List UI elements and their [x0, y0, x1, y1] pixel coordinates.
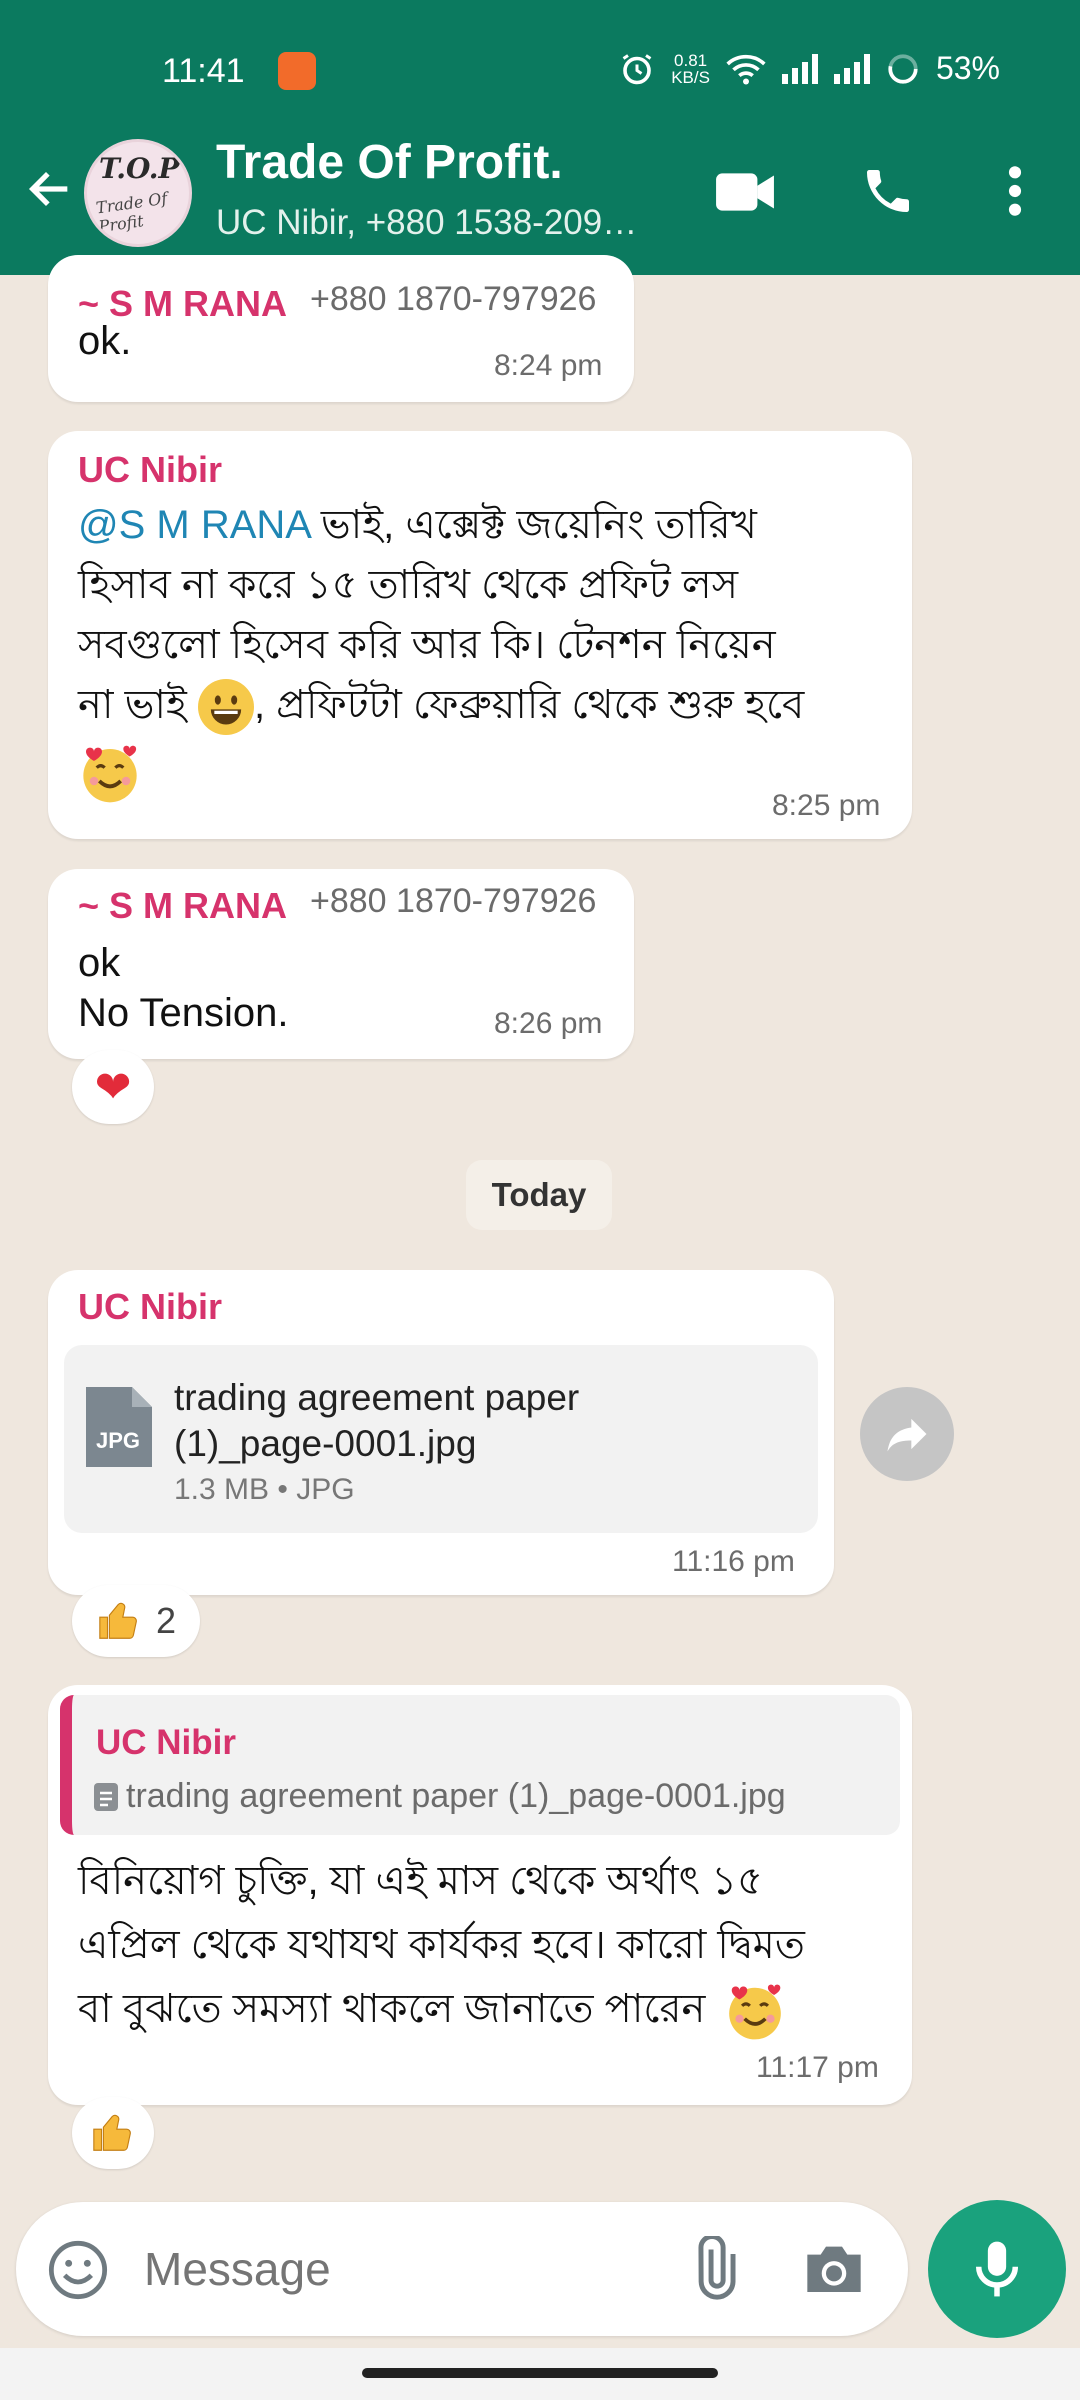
document-small-icon [94, 1783, 118, 1811]
forward-button[interactable] [860, 1387, 954, 1481]
file-type-label: JPG [96, 1428, 141, 1453]
message-composer[interactable] [16, 2202, 908, 2336]
reply-message-text: বিনিয়োগ চুক্তি, যা এই মাস থেকে অর্থাৎ ১… [78, 1849, 898, 2042]
quoted-reply[interactable]: UC Nibir trading agreement paper (1)_pag… [60, 1695, 900, 1835]
back-arrow-icon[interactable] [24, 163, 76, 215]
message-line-4: না ভাই , প্রফিটটা ফেব্রুয়ারি থেকে শুরু … [78, 675, 898, 741]
message-line-3: সবগুলো হিসেব করি আর কি। টেনশন নিয়েন [78, 623, 776, 667]
system-nav-bar [0, 2348, 1080, 2400]
message-bubble-3[interactable]: ~ S M RANA +880 1870-797926 ok No Tensio… [48, 869, 634, 1059]
attachment-icon[interactable] [680, 2236, 746, 2302]
net-speed: 0.81 KB/S [671, 52, 710, 86]
message-time: 8:24 pm [494, 349, 603, 382]
reaction-thumbs-up[interactable] [72, 2097, 154, 2169]
reply-line-2: এপ্রিল থেকে যথাযথ কার্যকর হবে। কারো দ্বি… [78, 1923, 805, 1967]
jpg-file-icon [86, 1387, 152, 1467]
smiling-face-hearts-icon [729, 1985, 782, 2040]
document-name-line-1: trading agreement paper [174, 1377, 580, 1418]
wifi-icon [726, 54, 766, 84]
grinning-face-emoji [197, 679, 254, 736]
voice-record-button[interactable] [928, 2200, 1066, 2338]
more-options-icon[interactable] [1000, 163, 1030, 219]
thumbs-up-icon [99, 1602, 137, 1639]
smiling-face-hearts-icon [83, 745, 137, 803]
microphone-icon [975, 2241, 1019, 2297]
forward-arrow-icon [887, 1418, 927, 1452]
message-input[interactable] [144, 2232, 664, 2306]
message-line-2: হিসাব না করে ১৫ তারিখ থেকে প্রফিট লস [78, 563, 739, 607]
thumbs-up-icon [93, 2114, 131, 2151]
status-time: 11:41 [162, 52, 245, 90]
message-sender-phone: +880 1870-797926 [310, 280, 597, 318]
app-notification-icon [278, 52, 316, 90]
message-sender[interactable]: UC Nibir [78, 449, 222, 491]
net-speed-unit: KB/S [671, 67, 710, 87]
reaction-thumbs-up-count[interactable]: 2 [72, 1585, 200, 1657]
quoted-text: trading agreement paper (1)_page-0001.jp… [126, 1777, 786, 1815]
battery-icon [888, 53, 918, 84]
chat-app-bar: T.O.P Trade Of Profit Trade Of Profit. U… [0, 125, 1080, 255]
message-bubble-2[interactable]: UC Nibir @S M RANA ভাই, এক্সেক্ট জয়েনিং… [48, 431, 912, 839]
reply-line-3: বা বুঝতে সমস্যা থাকলে জানাতে পারেন [78, 1987, 706, 2031]
message-sender-phone: +880 1870-797926 [310, 882, 597, 920]
message-text: @S M RANA ভাই, এক্সেক্ট জয়েনিং তারিখ হি… [78, 495, 898, 822]
date-divider: Today [466, 1160, 612, 1230]
reply-line-3-wrap: বা বুঝতে সমস্যা থাকলে জানাতে পারেন [78, 1977, 898, 2042]
battery-percent: 53% [935, 50, 1000, 86]
status-right: 0.81 KB/S 53% [619, 50, 1000, 87]
signal-icon-1 [781, 53, 818, 84]
status-bar: 11:41 0.81 KB/S 53% [0, 50, 1080, 100]
message-sender[interactable]: ~ S M RANA [78, 885, 287, 927]
avatar-logo-text: T.O.P [99, 152, 180, 185]
mention-link[interactable]: @S M RANA [78, 503, 310, 547]
message-time: 11:17 pm [756, 2051, 879, 2084]
signal-icon-2 [833, 53, 870, 84]
alarm-icon [622, 53, 652, 84]
message-text-line-2: No Tension. [78, 991, 289, 1035]
message-time: 8:25 pm [772, 789, 881, 822]
message-line-4a: না ভাই [78, 683, 187, 727]
document-name-line-2: (1)_page-0001.jpg [174, 1423, 477, 1464]
group-avatar[interactable]: T.O.P Trade Of Profit [84, 139, 192, 247]
voice-call-icon[interactable] [860, 163, 916, 219]
document-name: trading agreement paper (1)_page-0001.jp… [174, 1375, 579, 1467]
message-text: ok. [78, 319, 132, 363]
message-line-1: @S M RANA ভাই, এক্সেক্ট জয়েনিং তারিখ [78, 495, 898, 555]
video-call-icon[interactable] [714, 169, 776, 215]
emoji-icon[interactable] [46, 2238, 110, 2302]
message-sender[interactable]: UC Nibir [78, 1286, 222, 1328]
avatar-logo-subtext: Trade Of Profit [94, 188, 169, 237]
message-bubble-1[interactable]: ~ S M RANA +880 1870-797926 ok. 8:24 pm [48, 255, 634, 402]
chat-area[interactable]: ~ S M RANA +880 1870-797926 ok. 8:24 pm … [0, 255, 1080, 2200]
chat-title[interactable]: Trade Of Profit. [216, 135, 563, 190]
message-line-1-text: ভাই, এক্সেক্ট জয়েনিং তারিখ [309, 503, 757, 547]
reply-line-1: বিনিয়োগ চুক্তি, যা এই মাস থেকে অর্থাৎ ১… [78, 1859, 764, 1903]
message-time: 11:16 pm [672, 1545, 795, 1578]
quoted-sender: UC Nibir [96, 1723, 236, 1762]
reaction-count: 2 [155, 1600, 177, 1641]
message-line-4b: , প্রফিটটা ফেব্রুয়ারি থেকে শুরু হবে [253, 683, 805, 727]
net-speed-value: 0.81 [674, 50, 708, 70]
camera-icon[interactable] [802, 2238, 866, 2298]
message-time: 8:26 pm [494, 1007, 603, 1040]
chat-subtitle[interactable]: UC Nibir, +880 1538-209… [216, 203, 637, 243]
home-gesture-pill[interactable] [362, 2368, 718, 2378]
document-meta: 1.3 MB • JPG [174, 1473, 355, 1506]
reaction-heart[interactable]: ❤ [72, 1050, 154, 1124]
document-attachment[interactable]: JPG trading agreement paper (1)_page-000… [64, 1345, 818, 1533]
top-bar: 11:41 0.81 KB/S 53% T.O.P Trade Of Profi… [0, 0, 1080, 275]
